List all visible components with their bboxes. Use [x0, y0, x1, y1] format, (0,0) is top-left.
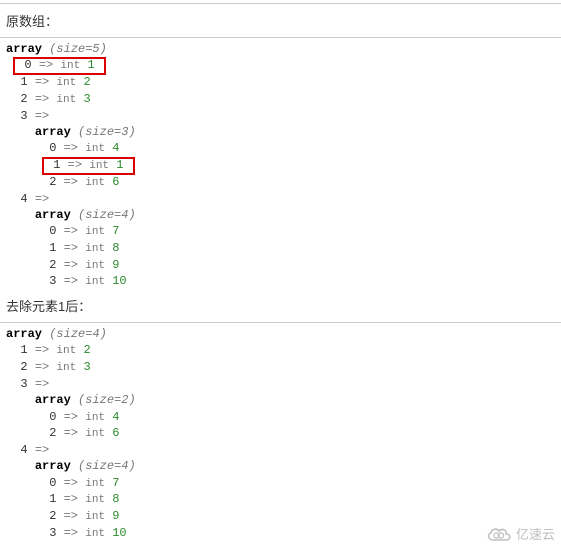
var-dump-after: array (size=4) 1 => int 2 2 => int 3 3 =… — [6, 326, 555, 542]
watermark: 亿速云 — [485, 524, 555, 543]
section-title-original: 原数组： — [0, 7, 561, 34]
watermark-text: 亿速云 — [516, 524, 555, 543]
var-dump-original: array (size=5) 0 => int 1 1 => int 2 2 =… — [6, 41, 555, 290]
section-title-after: 去除元素1后： — [0, 292, 561, 319]
cloud-icon — [485, 525, 513, 543]
